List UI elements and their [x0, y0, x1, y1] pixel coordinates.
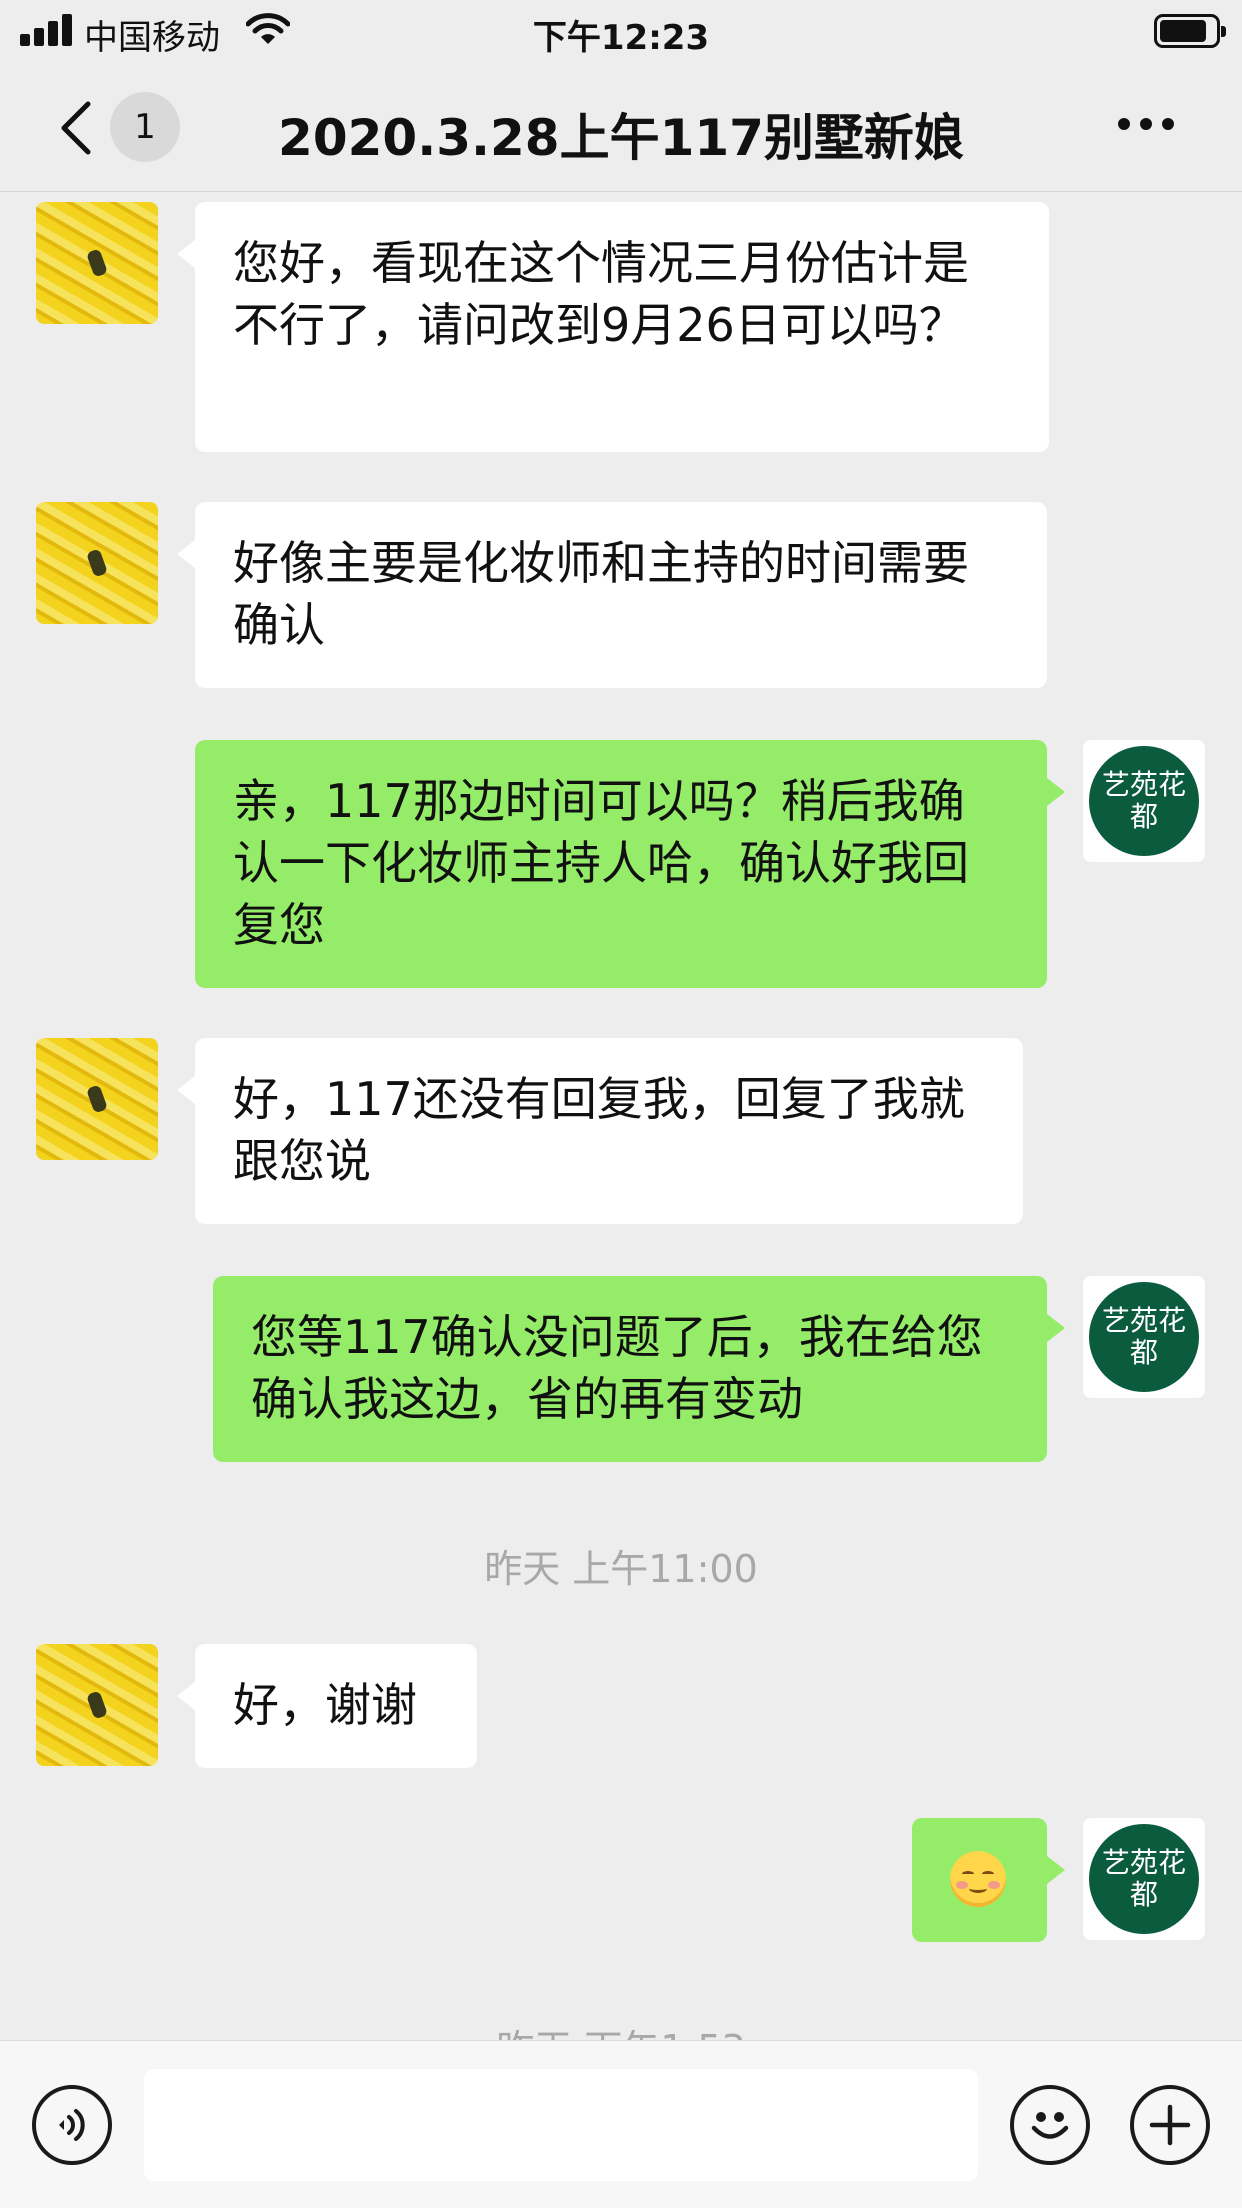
- voice-input-button[interactable]: [32, 2085, 112, 2165]
- message-timestamp: 昨天 上午11:00: [484, 1547, 758, 1591]
- chat-title: 2020.3.28上午117别墅新娘: [278, 109, 964, 167]
- status-bar: 中国移动 下午12:23: [0, 0, 1242, 62]
- corn-avatar-image: [36, 502, 158, 624]
- corn-avatar-image: [36, 1644, 158, 1766]
- contact-avatar[interactable]: [36, 1038, 158, 1160]
- outgoing-message-bubble[interactable]: 您等117确认没问题了后，我在给您确认我这边，省的再有变动: [213, 1276, 1065, 1462]
- brand-logo-avatar: 艺苑花都: [1089, 1824, 1199, 1934]
- my-avatar[interactable]: 艺苑花都: [1083, 1276, 1205, 1398]
- voice-icon: [59, 2109, 85, 2141]
- corn-avatar-image: [36, 202, 158, 324]
- clock: 下午12:23: [532, 18, 710, 58]
- outgoing-emoji-bubble[interactable]: [912, 1818, 1065, 1942]
- contact-avatar[interactable]: [36, 502, 158, 624]
- corn-avatar-image: [36, 1038, 158, 1160]
- message-timestamp: 昨天 下午1:53: [0, 2018, 1242, 2040]
- contact-avatar[interactable]: [36, 1644, 158, 1766]
- contact-avatar[interactable]: [36, 202, 158, 324]
- incoming-message-bubble[interactable]: 您好，看现在这个情况三月份估计是不行了，请问改到9月26日可以吗？: [177, 202, 1049, 452]
- more-options-icon[interactable]: [1118, 118, 1174, 134]
- incoming-message-bubble[interactable]: 好像主要是化妆师和主持的时间需要确认: [177, 502, 1047, 688]
- smiley-icon: [1031, 2112, 1069, 2139]
- brand-logo-avatar: 艺苑花都: [1089, 1282, 1199, 1392]
- my-avatar[interactable]: 艺苑花都: [1083, 1818, 1205, 1940]
- incoming-message-bubble[interactable]: 好，117还没有回复我，回复了我就跟您说: [177, 1038, 1023, 1224]
- battery-icon: [1154, 14, 1226, 48]
- add-more-button[interactable]: [1130, 2085, 1210, 2165]
- input-bar: [0, 2040, 1242, 2208]
- message-list[interactable]: 您好，看现在这个情况三月份估计是不行了，请问改到9月26日可以吗？ 好像主要是化…: [0, 192, 1242, 2040]
- message-input[interactable]: [144, 2069, 978, 2181]
- outgoing-message-bubble[interactable]: 亲，117那边时间可以吗？稍后我确认一下化妆师主持人哈，确认好我回复您: [195, 740, 1065, 988]
- plus-icon: [1149, 2104, 1191, 2146]
- incoming-message-bubble[interactable]: 好，谢谢: [177, 1644, 477, 1768]
- emoji-button[interactable]: [1010, 2085, 1090, 2165]
- blushing-smile-emoji-icon: [950, 1851, 1006, 1907]
- brand-logo-avatar: 艺苑花都: [1089, 746, 1199, 856]
- my-avatar[interactable]: 艺苑花都: [1083, 740, 1205, 862]
- chat-header: 1 2020.3.28上午117别墅新娘: [0, 62, 1242, 192]
